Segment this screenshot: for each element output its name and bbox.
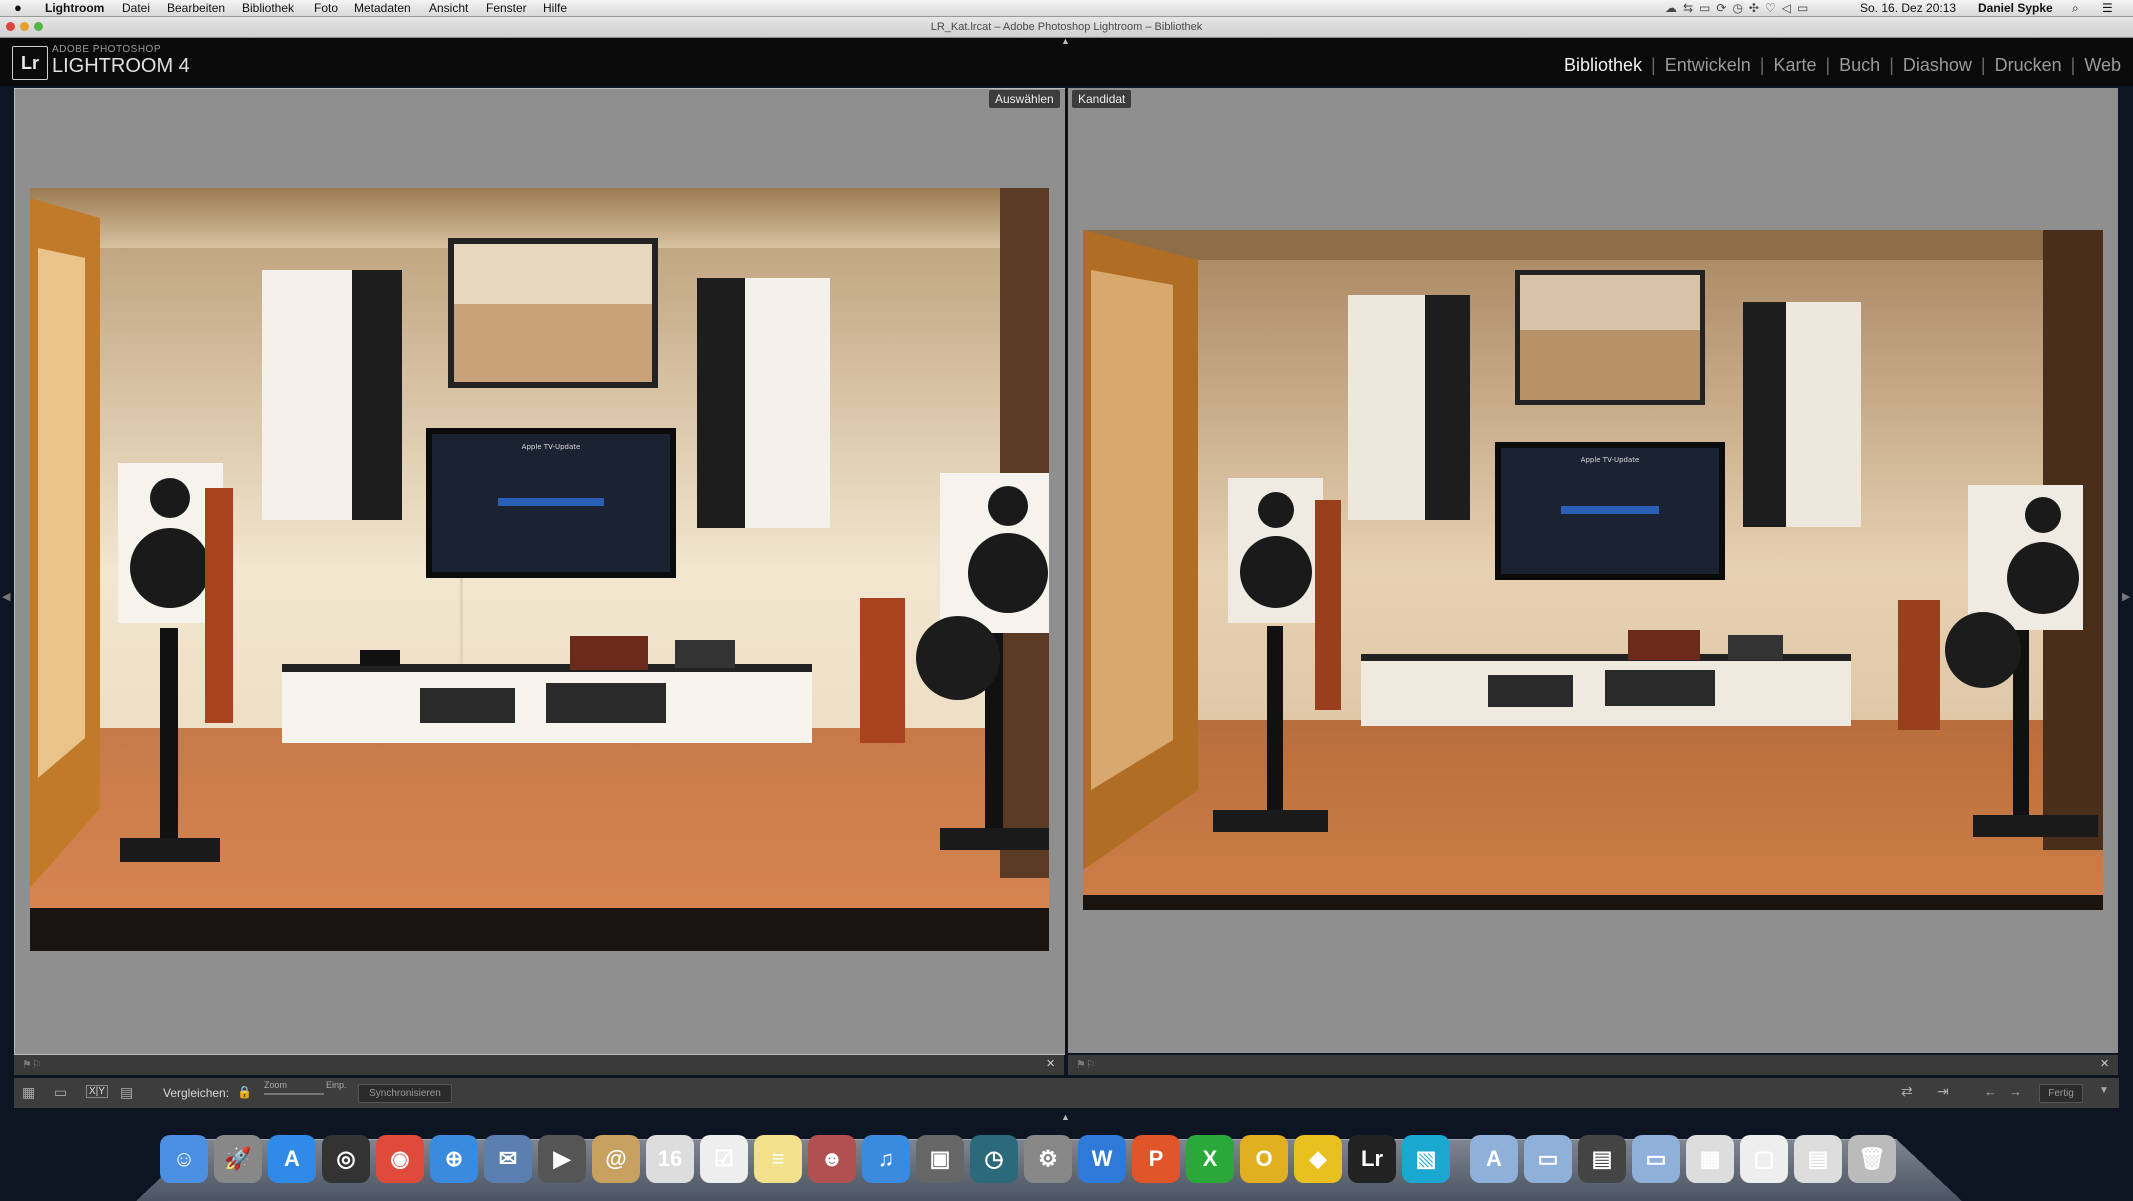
photo-booth-icon[interactable]: ☻ xyxy=(808,1135,856,1183)
menu-bibliothek[interactable]: Bibliothek xyxy=(242,1,294,15)
iphoto-icon[interactable]: ▣ xyxy=(916,1135,964,1183)
candidate-pane-footer: ⚑⚐ ✕ xyxy=(1068,1055,2118,1075)
menu-hilfe[interactable]: Hilfe xyxy=(543,1,567,15)
powerpoint-icon[interactable]: P xyxy=(1132,1135,1180,1183)
select-pane-footer: ⚑⚐ ✕ xyxy=(14,1055,1064,1075)
module-picker: Bibliothek | Entwickeln | Karte | Buch | Diashow… xyxy=(1563,55,2121,75)
swap-icon[interactable]: ⇄ xyxy=(1901,1083,1913,1100)
fit-label: Einp. xyxy=(326,1080,347,1090)
documents-folder-icon[interactable]: ▭ xyxy=(1524,1135,1572,1183)
safari-icon[interactable]: ⊕ xyxy=(430,1135,478,1183)
module-karte[interactable]: Karte xyxy=(1773,55,1816,75)
mail-bird-icon[interactable]: ✉ xyxy=(484,1135,532,1183)
right-panel-toggle-icon[interactable]: ▶ xyxy=(2122,590,2130,603)
lr-logo: Lr xyxy=(12,46,48,80)
status-icons[interactable]: ☁⇆▭⟳◷✣♡◁▭ xyxy=(1665,1,1814,15)
spotlight-icon[interactable]: ⌕ xyxy=(2072,1,2079,16)
previous-icon[interactable]: ← xyxy=(1984,1084,1997,1099)
compare-label: Vergleichen: xyxy=(163,1086,230,1100)
app-store-icon[interactable]: A xyxy=(268,1135,316,1183)
menubar-user[interactable]: Daniel Sypke xyxy=(1978,1,2053,15)
compare-view-icon[interactable]: X|Y xyxy=(86,1085,108,1098)
flag-icon[interactable]: ⚑⚐ xyxy=(22,1058,42,1071)
time-machine-icon[interactable]: ◷ xyxy=(970,1135,1018,1183)
close-select-icon[interactable]: ✕ xyxy=(1046,1057,1055,1070)
reminders-icon[interactable]: ☑ xyxy=(700,1135,748,1183)
desktop-stack-icon[interactable]: ▢ xyxy=(1740,1135,1788,1183)
top-panel-toggle-icon[interactable]: ▲ xyxy=(1061,36,1070,46)
survey-view-icon[interactable]: ▤ xyxy=(120,1084,133,1101)
close-candidate-icon[interactable]: ✕ xyxy=(2100,1057,2109,1070)
library-toolbar: ▦ ▭ X|Y ▤ Vergleichen: 🔒 Zoom Einp. Sync… xyxy=(14,1078,2119,1108)
module-drucken[interactable]: Drucken xyxy=(1995,55,2062,75)
zoom-window-icon[interactable] xyxy=(34,22,43,31)
excel-icon[interactable]: X xyxy=(1186,1135,1234,1183)
menu-fenster[interactable]: Fenster xyxy=(486,1,527,15)
menubar-clock[interactable]: So. 16. Dez 20:13 xyxy=(1860,1,1956,15)
finder-icon[interactable]: ☺ xyxy=(160,1135,208,1183)
sync-button[interactable]: Synchronisieren xyxy=(358,1084,452,1103)
launchpad-icon[interactable]: 🚀 xyxy=(214,1135,262,1183)
brand-title: LIGHTROOM 4 xyxy=(52,55,190,77)
menu-ansicht[interactable]: Ansicht xyxy=(429,1,468,15)
menu-bearbeiten[interactable]: Bearbeiten xyxy=(167,1,225,15)
module-entwickeln[interactable]: Entwickeln xyxy=(1665,55,1751,75)
flag-icon[interactable]: ⚑⚐ xyxy=(1076,1058,1096,1071)
calendar-icon[interactable]: 16 xyxy=(646,1135,694,1183)
preview-icon[interactable]: ▧ xyxy=(1402,1135,1450,1183)
window-titlebar: LR_Kat.lrcat – Adobe Photoshop Lightroom… xyxy=(0,17,2133,38)
make-select-icon[interactable]: ⇥ xyxy=(1937,1083,1949,1100)
select-tag: Auswählen xyxy=(989,90,1060,108)
apple-menu-icon[interactable]: ● xyxy=(14,0,22,15)
chrome-icon[interactable]: ◉ xyxy=(376,1135,424,1183)
minimize-window-icon[interactable] xyxy=(20,22,29,31)
loupe-view-icon[interactable]: ▭ xyxy=(54,1084,67,1101)
svg-text:Apple TV-Update: Apple TV-Update xyxy=(1581,456,1640,464)
zoom-slider[interactable] xyxy=(264,1093,324,1095)
cyberduck-icon[interactable]: ◆ xyxy=(1294,1135,1342,1183)
module-buch[interactable]: Buch xyxy=(1839,55,1880,75)
menu-metadaten[interactable]: Metadaten xyxy=(354,1,411,15)
facetime-icon[interactable]: ▶ xyxy=(538,1135,586,1183)
toolbar-menu-icon[interactable]: ▼ xyxy=(2099,1085,2109,1096)
applications-folder-icon[interactable]: A xyxy=(1470,1135,1518,1183)
compare-divider xyxy=(1065,88,1067,1055)
activity-stack-icon[interactable]: ▤ xyxy=(1578,1135,1626,1183)
svg-text:Apple TV-Update: Apple TV-Update xyxy=(522,443,581,451)
downloads-stack-icon[interactable]: ▦ xyxy=(1686,1135,1734,1183)
candidate-tag: Kandidat xyxy=(1072,90,1132,108)
module-diashow[interactable]: Diashow xyxy=(1903,55,1972,75)
lightroom-icon[interactable]: Lr xyxy=(1348,1135,1396,1183)
word-icon[interactable]: W xyxy=(1078,1135,1126,1183)
module-web[interactable]: Web xyxy=(2084,55,2121,75)
module-bibliothek[interactable]: Bibliothek xyxy=(1564,55,1642,75)
outlook-icon[interactable]: O xyxy=(1240,1135,1288,1183)
select-photo[interactable]: Apple TV-Update xyxy=(30,188,1049,951)
notification-center-icon[interactable]: ☰ xyxy=(2102,1,2113,15)
filmstrip-toggle-icon[interactable]: ▲ xyxy=(1061,1112,1070,1122)
candidate-photo[interactable]: Apple TV-Update xyxy=(1083,230,2103,910)
files-stack-icon[interactable]: ▤ xyxy=(1794,1135,1842,1183)
folder-icon[interactable]: ▭ xyxy=(1632,1135,1680,1183)
menu-datei[interactable]: Datei xyxy=(122,1,150,15)
system-preferences-icon[interactable]: ⚙ xyxy=(1024,1135,1072,1183)
zoom-label: Zoom xyxy=(264,1080,288,1090)
contacts-icon[interactable]: @ xyxy=(592,1135,640,1183)
window-title: LR_Kat.lrcat – Adobe Photoshop Lightroom… xyxy=(930,21,1203,33)
mac-menubar: ● Lightroom Datei Bearbeiten Bibliothek … xyxy=(0,0,2133,17)
dashboard-icon[interactable]: ◎ xyxy=(322,1135,370,1183)
menu-foto[interactable]: Foto xyxy=(314,1,338,15)
notes-icon[interactable]: ≡ xyxy=(754,1135,802,1183)
done-button[interactable]: Fertig xyxy=(2039,1084,2083,1103)
app-menu[interactable]: Lightroom xyxy=(45,1,104,15)
trash-icon[interactable]: 🗑 xyxy=(1848,1135,1896,1183)
itunes-icon[interactable]: ♫ xyxy=(862,1135,910,1183)
left-panel-toggle-icon[interactable]: ◀ xyxy=(2,590,10,603)
close-window-icon[interactable] xyxy=(6,22,15,31)
grid-view-icon[interactable]: ▦ xyxy=(22,1084,35,1101)
lock-icon[interactable]: 🔒 xyxy=(237,1085,252,1099)
brand-subtitle: ADOBE PHOTOSHOP xyxy=(52,44,162,55)
next-icon[interactable]: → xyxy=(2009,1084,2022,1099)
